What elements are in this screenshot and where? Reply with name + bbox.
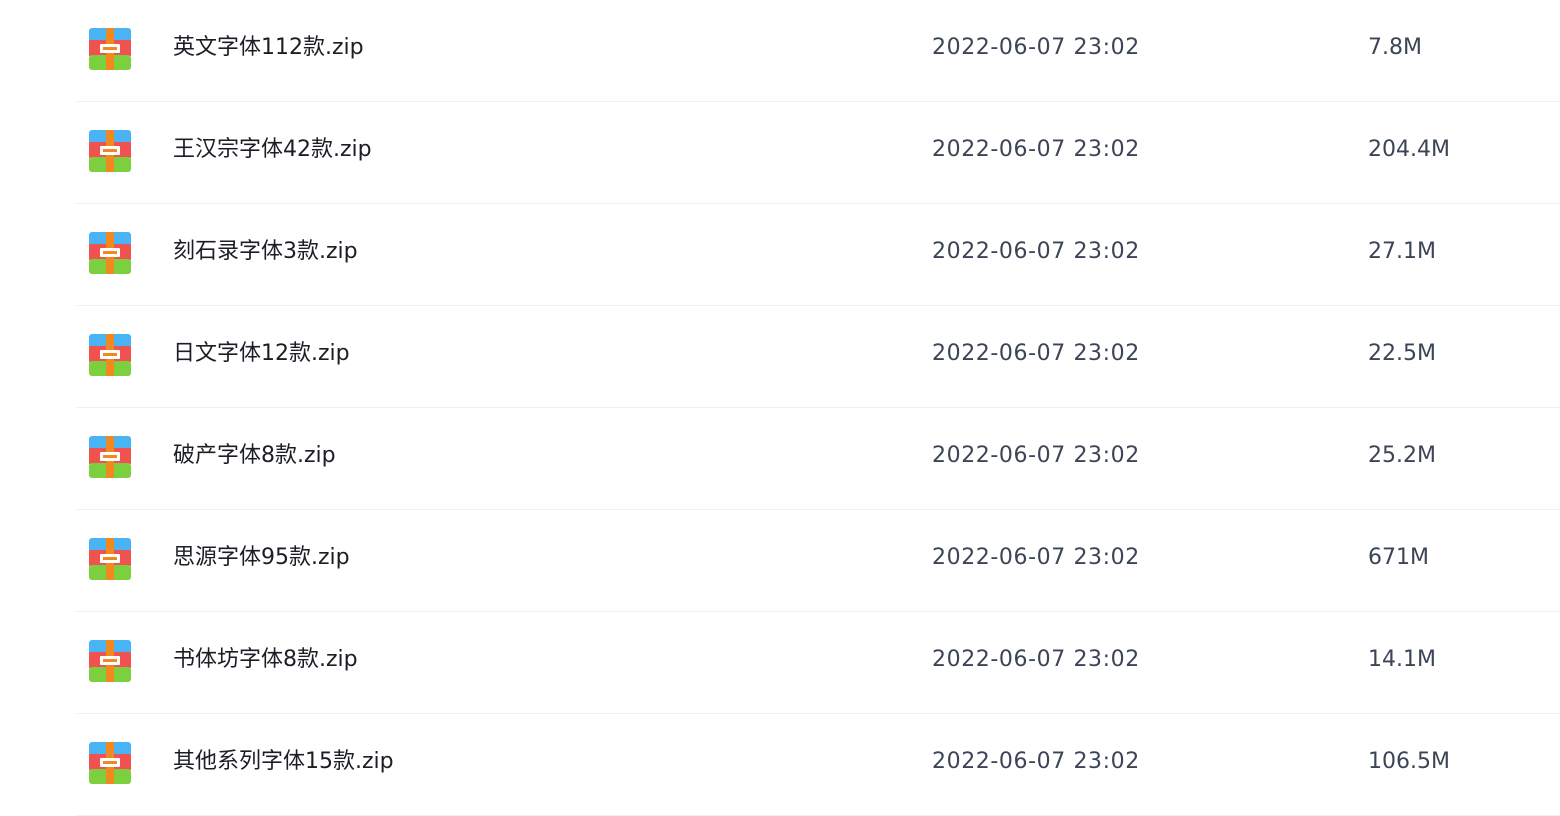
file-size: 22.5M: [1368, 341, 1436, 366]
file-name[interactable]: 刻石录字体3款.zip: [173, 204, 358, 299]
file-size: 671M: [1368, 545, 1429, 570]
file-size: 204.4M: [1368, 137, 1450, 162]
file-date: 2022-06-07 23:02: [932, 545, 1140, 570]
file-date: 2022-06-07 23:02: [932, 239, 1140, 264]
file-size: 25.2M: [1368, 443, 1436, 468]
file-list: 英文字体112款.zip 2022-06-07 23:02 7.8M 王汉宗字体…: [76, 0, 1560, 816]
file-size: 14.1M: [1368, 647, 1436, 672]
file-row-2[interactable]: 王汉宗字体42款.zip 2022-06-07 23:02 204.4M: [76, 102, 1560, 204]
file-date: 2022-06-07 23:02: [932, 35, 1140, 60]
file-date: 2022-06-07 23:02: [932, 749, 1140, 774]
file-row-7[interactable]: 书体坊字体8款.zip 2022-06-07 23:02 14.1M: [76, 612, 1560, 714]
file-row-8[interactable]: 其他系列字体15款.zip 2022-06-07 23:02 106.5M: [76, 714, 1560, 816]
zip-archive-icon: [89, 436, 131, 478]
file-row-5[interactable]: 破产字体8款.zip 2022-06-07 23:02 25.2M: [76, 408, 1560, 510]
file-date: 2022-06-07 23:02: [932, 341, 1140, 366]
file-row-6[interactable]: 思源字体95款.zip 2022-06-07 23:02 671M: [76, 510, 1560, 612]
zip-archive-icon: [89, 232, 131, 274]
file-size: 27.1M: [1368, 239, 1436, 264]
file-date: 2022-06-07 23:02: [932, 137, 1140, 162]
file-size: 7.8M: [1368, 35, 1422, 60]
file-name[interactable]: 英文字体112款.zip: [173, 0, 364, 95]
file-name[interactable]: 破产字体8款.zip: [173, 408, 336, 503]
file-row-3[interactable]: 刻石录字体3款.zip 2022-06-07 23:02 27.1M: [76, 204, 1560, 306]
zip-archive-icon: [89, 538, 131, 580]
file-name[interactable]: 日文字体12款.zip: [173, 306, 350, 401]
zip-archive-icon: [89, 334, 131, 376]
file-name[interactable]: 思源字体95款.zip: [173, 510, 350, 605]
zip-archive-icon: [89, 130, 131, 172]
file-size: 106.5M: [1368, 749, 1450, 774]
zip-archive-icon: [89, 640, 131, 682]
file-name[interactable]: 其他系列字体15款.zip: [173, 714, 394, 809]
file-date: 2022-06-07 23:02: [932, 443, 1140, 468]
file-row-4[interactable]: 日文字体12款.zip 2022-06-07 23:02 22.5M: [76, 306, 1560, 408]
zip-archive-icon: [89, 742, 131, 784]
file-date: 2022-06-07 23:02: [932, 647, 1140, 672]
file-name[interactable]: 书体坊字体8款.zip: [173, 612, 358, 707]
zip-archive-icon: [89, 28, 131, 70]
file-name[interactable]: 王汉宗字体42款.zip: [173, 102, 372, 197]
file-row-1[interactable]: 英文字体112款.zip 2022-06-07 23:02 7.8M: [76, 0, 1560, 102]
